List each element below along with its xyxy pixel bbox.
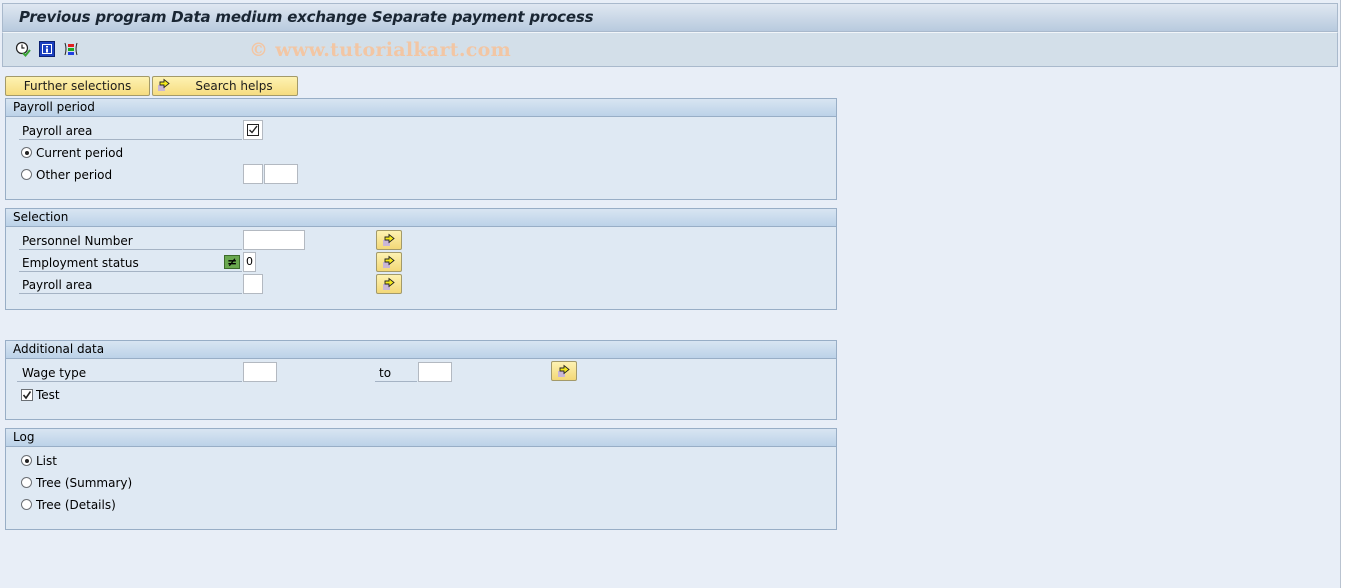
payroll-period-title: Payroll period: [6, 99, 836, 117]
selection-title: Selection: [6, 209, 836, 227]
arrow-right-icon: [383, 255, 395, 268]
log-tree-summary-radio[interactable]: [21, 477, 32, 488]
sap-window: Previous program Data medium exchange Se…: [0, 0, 1341, 588]
arrow-right-icon: [383, 233, 395, 246]
wage-type-multiple-selection-button[interactable]: [551, 361, 577, 381]
payroll-period-group: Payroll period: [5, 98, 837, 200]
personnel-number-multiple-selection-button[interactable]: [376, 230, 402, 250]
label-underline: [19, 139, 242, 140]
other-period-label: Other period: [36, 168, 113, 182]
application-toolbar: © www.tutorialkart.com: [2, 32, 1338, 67]
payroll-area-label: Payroll area: [22, 124, 93, 138]
current-period-label: Current period: [36, 146, 124, 160]
label-underline: [19, 249, 242, 250]
test-checkbox[interactable]: [21, 389, 33, 401]
log-title: Log: [6, 429, 836, 447]
label-underline: [375, 381, 417, 382]
label-underline: [19, 271, 242, 272]
label-underline: [19, 293, 242, 294]
employment-status-multiple-selection-button[interactable]: [376, 252, 402, 272]
info-icon[interactable]: [39, 41, 55, 57]
payroll-area-checkbox[interactable]: [243, 120, 263, 140]
watermark: © www.tutorialkart.com: [249, 39, 512, 61]
other-period-radio[interactable]: [21, 169, 32, 180]
arrow-right-icon: [157, 78, 171, 97]
search-helps-label: Search helps: [195, 79, 273, 93]
employment-status-field[interactable]: 0: [243, 252, 256, 272]
selection-options-icon[interactable]: [63, 41, 79, 57]
arrow-right-icon: [558, 364, 570, 377]
log-tree-summary-label: Tree (Summary): [36, 476, 133, 490]
log-tree-details-radio[interactable]: [21, 499, 32, 510]
not-equal-option-icon[interactable]: ≠: [224, 255, 240, 269]
test-label: Test: [36, 388, 60, 402]
employment-status-label: Employment status: [22, 256, 139, 270]
log-list-radio[interactable]: [21, 455, 32, 466]
window-edge: [1341, 0, 1354, 588]
title-bar: Previous program Data medium exchange Se…: [2, 3, 1338, 32]
selection-payroll-area-field[interactable]: [243, 274, 263, 294]
arrow-right-icon: [383, 277, 395, 290]
further-selections-button[interactable]: Further selections: [5, 76, 150, 96]
payroll-area-multiple-selection-button[interactable]: [376, 274, 402, 294]
search-helps-button[interactable]: Search helps: [152, 76, 298, 96]
log-list-label: List: [36, 454, 57, 468]
wage-type-from-field[interactable]: [243, 362, 277, 382]
log-tree-details-label: Tree (Details): [36, 498, 116, 512]
current-period-radio[interactable]: [21, 147, 32, 158]
wage-type-label: Wage type: [22, 366, 87, 380]
other-period-field-2[interactable]: [264, 164, 298, 184]
to-label: to: [379, 366, 392, 380]
checkbox-check-icon: [247, 124, 259, 136]
selection-payroll-area-label: Payroll area: [22, 278, 93, 292]
further-selections-label: Further selections: [23, 79, 132, 93]
personnel-number-field[interactable]: [243, 230, 305, 250]
check-icon: [22, 391, 32, 400]
page-title: Previous program Data medium exchange Se…: [19, 8, 594, 26]
execute-clock-icon[interactable]: [15, 41, 31, 57]
label-underline: [17, 381, 242, 382]
additional-data-title: Additional data: [6, 341, 836, 359]
wage-type-to-field[interactable]: [418, 362, 452, 382]
other-period-field-1[interactable]: [243, 164, 263, 184]
personnel-number-label: Personnel Number: [22, 234, 133, 248]
